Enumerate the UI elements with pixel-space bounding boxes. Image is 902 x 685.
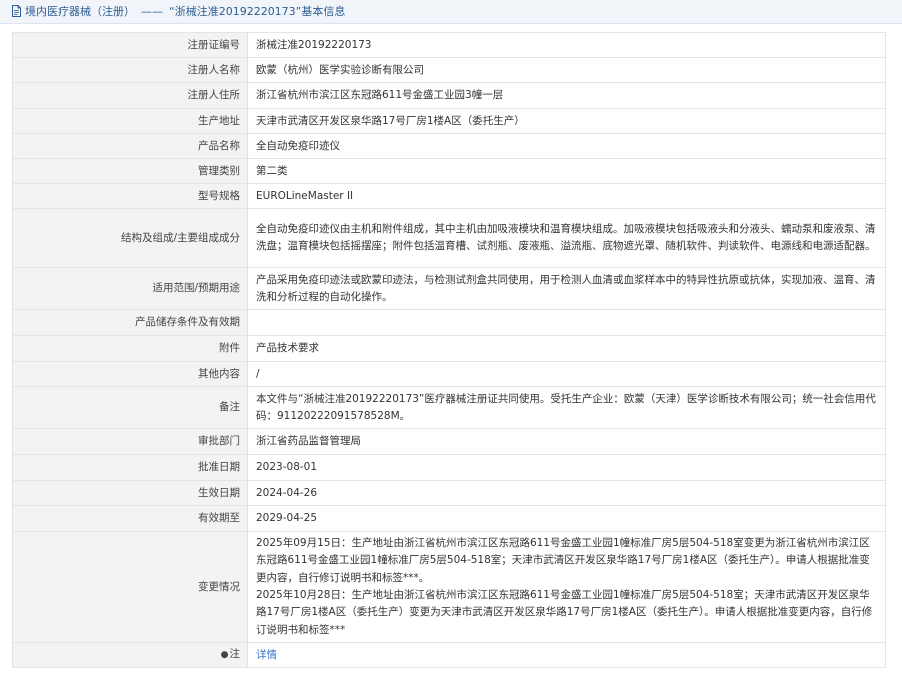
row-value: 产品技术要求 (247, 335, 886, 362)
table-row: 备注 本文件与“浙械注准20192220173”医疗器械注册证共同使用。受托生产… (12, 386, 886, 429)
row-label: 结构及组成/主要组成成分 (12, 208, 248, 268)
note-label: ●注 (12, 642, 248, 668)
category-title: 境内医疗器械（注册） (25, 5, 135, 18)
table-row: 管理类别 第二类 (12, 158, 886, 184)
table-row: 变更情况 2025年09月15日：生产地址由浙江省杭州市滨江区东冠路611号金盛… (12, 531, 886, 643)
change-entry: 2025年10月28日：生产地址由浙江省杭州市滨江区东冠路611号金盛工业园1幢… (256, 589, 873, 636)
row-value: 产品采用免疫印迹法或欧蒙印迹法，与检测试剂盒共同使用，用于检测人血清或血浆样本中… (247, 267, 886, 310)
row-label: 注册证编号 (12, 32, 248, 58)
row-label: 管理类别 (12, 158, 248, 184)
table-row: 批准日期 2023-08-01 (12, 454, 886, 481)
table-row: 注册证编号 浙械注准20192220173 (12, 32, 886, 58)
record-title: “浙械注准20192220173”基本信息 (169, 5, 346, 18)
title-separator: —— (141, 4, 163, 18)
table-row: ●注 详情 (12, 642, 886, 668)
row-value: 2023-08-01 (247, 454, 886, 481)
row-label: 产品储存条件及有效期 (12, 309, 248, 336)
row-label: 生效日期 (12, 480, 248, 506)
row-label: 附件 (12, 335, 248, 362)
row-value: 本文件与“浙械注准20192220173”医疗器械注册证共同使用。受托生产企业：… (247, 386, 886, 429)
details-link[interactable]: 详情 (256, 649, 277, 661)
table-row: 注册人名称 欧蒙（杭州）医学实验诊断有限公司 (12, 57, 886, 83)
row-value: 全自动免疫印迹仪由主机和附件组成，其中主机由加吸液模块和温育模块组成。加吸液模块… (247, 208, 886, 268)
row-label: 注册人住所 (12, 82, 248, 109)
row-value: 全自动免疫印迹仪 (247, 133, 886, 159)
table-row: 生效日期 2024-04-26 (12, 480, 886, 506)
table-row: 适用范围/预期用途 产品采用免疫印迹法或欧蒙印迹法，与检测试剂盒共同使用，用于检… (12, 267, 886, 310)
change-label: 变更情况 (12, 531, 248, 643)
table-row: 注册人住所 浙江省杭州市滨江区东冠路611号金盛工业园3幢一层 (12, 82, 886, 109)
row-value: 2029-04-25 (247, 505, 886, 532)
row-label: 适用范围/预期用途 (12, 267, 248, 310)
row-value: 2024-04-26 (247, 480, 886, 506)
row-label: 生产地址 (12, 108, 248, 134)
document-icon (12, 5, 21, 17)
row-label: 备注 (12, 386, 248, 429)
row-label: 产品名称 (12, 133, 248, 159)
row-value (247, 309, 886, 336)
row-value: 浙江省药品监督管理局 (247, 428, 886, 455)
row-label: 审批部门 (12, 428, 248, 455)
bullet-icon: ● (220, 650, 229, 660)
row-value: / (247, 361, 886, 387)
table-row: 产品名称 全自动免疫印迹仪 (12, 133, 886, 159)
row-value: EUROLineMaster II (247, 183, 886, 209)
table-row: 有效期至 2029-04-25 (12, 505, 886, 532)
row-value: 浙江省杭州市滨江区东冠路611号金盛工业园3幢一层 (247, 82, 886, 109)
table-row: 附件 产品技术要求 (12, 335, 886, 362)
row-label: 型号规格 (12, 183, 248, 209)
page-title: 境内医疗器械（注册） —— “浙械注准20192220173”基本信息 (11, 2, 345, 20)
table-row: 产品储存条件及有效期 (12, 309, 886, 336)
table-row: 生产地址 天津市武清区开发区泉华路17号厂房1楼A区（委托生产） (12, 108, 886, 134)
row-value: 浙械注准20192220173 (247, 32, 886, 58)
change-entry: 2025年09月15日：生产地址由浙江省杭州市滨江区东冠路611号金盛工业园1幢… (256, 537, 870, 584)
row-value: 第二类 (247, 158, 886, 184)
title-bar: 境内医疗器械（注册） —— “浙械注准20192220173”基本信息 (0, 0, 902, 24)
table-row: 型号规格 EUROLineMaster II (12, 183, 886, 209)
table-row: 结构及组成/主要组成成分 全自动免疫印迹仪由主机和附件组成，其中主机由加吸液模块… (12, 208, 886, 268)
note-value: 详情 (247, 642, 886, 668)
table-row: 审批部门 浙江省药品监督管理局 (12, 428, 886, 455)
row-label: 注册人名称 (12, 57, 248, 83)
row-value: 天津市武清区开发区泉华路17号厂房1楼A区（委托生产） (247, 108, 886, 134)
row-label: 其他内容 (12, 361, 248, 387)
info-table: 注册证编号 浙械注准20192220173 注册人名称 欧蒙（杭州）医学实验诊断… (12, 32, 886, 668)
table-row: 其他内容 / (12, 361, 886, 387)
row-label: 有效期至 (12, 505, 248, 532)
row-value: 欧蒙（杭州）医学实验诊断有限公司 (247, 57, 886, 83)
row-label: 批准日期 (12, 454, 248, 481)
change-history: 2025年09月15日：生产地址由浙江省杭州市滨江区东冠路611号金盛工业园1幢… (247, 531, 886, 643)
